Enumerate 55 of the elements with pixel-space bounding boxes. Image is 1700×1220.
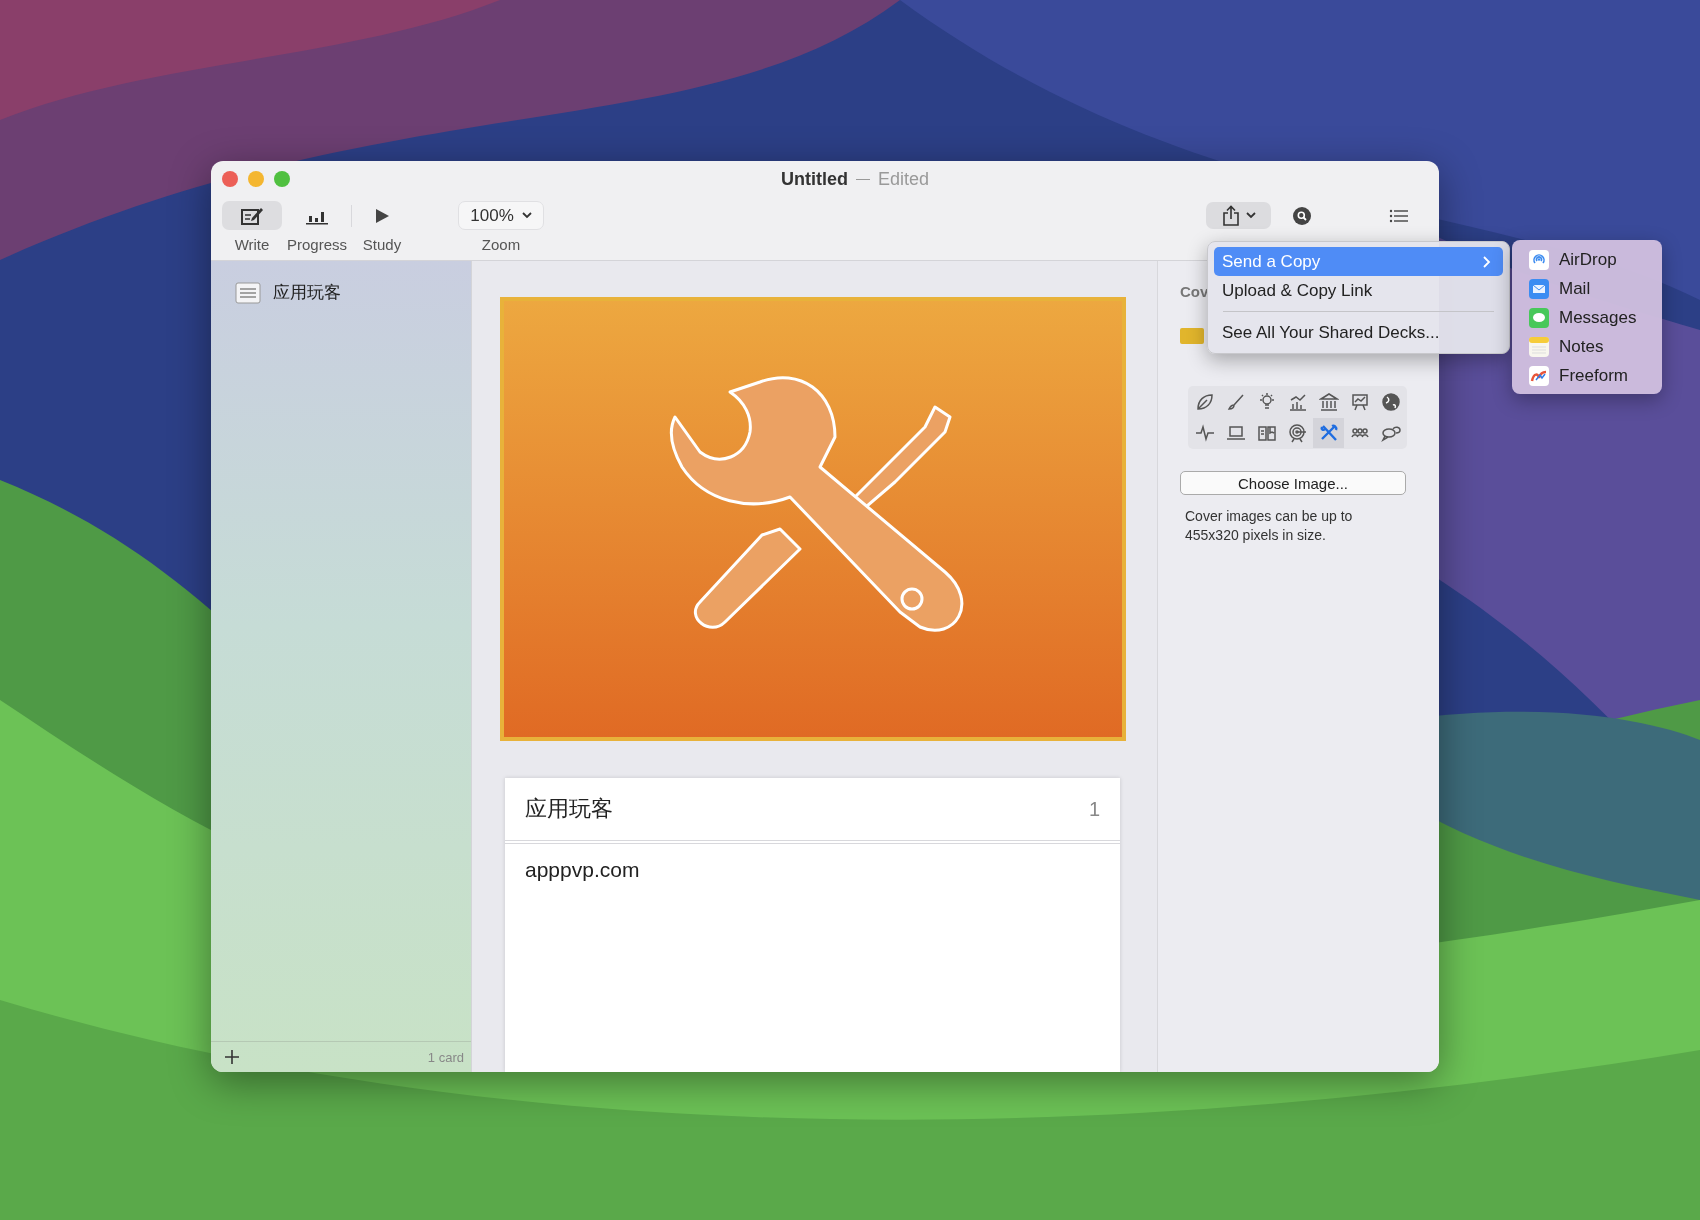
choose-image-button[interactable]: Choose Image...	[1180, 471, 1406, 495]
deck-name[interactable]: 应用玩客	[273, 281, 341, 304]
mail-app-icon	[1529, 279, 1549, 299]
zoom-popup[interactable]: 100%	[458, 201, 545, 230]
tools-icon-button[interactable]	[1313, 418, 1344, 448]
cover-size-note: Cover images can be up to 455x320 pixels in size.	[1185, 507, 1354, 545]
airdrop-app-icon	[1529, 250, 1549, 270]
pulse-icon	[1194, 423, 1215, 443]
target-icon	[1287, 423, 1308, 443]
menu-item[interactable]: See All Your Shared Decks...	[1214, 318, 1503, 347]
write-mode-label: Write	[233, 236, 271, 253]
window-status: Edited	[877, 169, 929, 190]
search-icon[interactable]	[1293, 206, 1311, 225]
share-target[interactable]: Notes	[1559, 337, 1604, 357]
book-icon	[1256, 423, 1277, 443]
close-button[interactable]	[222, 171, 238, 187]
globe-icon	[1380, 392, 1401, 412]
write-mode-button[interactable]	[222, 201, 282, 230]
bank-icon	[1318, 392, 1339, 412]
zoom-label: Zoom	[480, 236, 522, 253]
notes-app-icon	[1529, 337, 1549, 357]
deck-icon	[235, 281, 261, 304]
color-swatch[interactable]	[1180, 328, 1204, 344]
board-icon	[1349, 392, 1370, 412]
chart-icon	[1287, 392, 1308, 412]
laptop-icon	[1225, 423, 1246, 443]
chevron-down-icon	[521, 212, 532, 219]
share-button[interactable]	[1206, 202, 1271, 229]
window-title: Untitled	[780, 169, 848, 190]
list-icon[interactable]	[1389, 207, 1409, 224]
share-target[interactable]: AirDrop	[1559, 250, 1617, 270]
card-front-text: 应用玩客	[525, 795, 613, 823]
freeform-app-icon	[1529, 366, 1549, 386]
card-back-text: apppvp.com	[524, 857, 641, 883]
share-icon	[1221, 204, 1240, 227]
play-icon	[374, 206, 391, 225]
compose-icon	[240, 205, 264, 226]
study-mode-label: Study	[361, 236, 403, 253]
tools-icon	[669, 376, 964, 632]
menu-item[interactable]: Upload & Copy Link	[1214, 276, 1503, 305]
card-number: 1	[1088, 797, 1100, 821]
share-target[interactable]: Mail	[1559, 279, 1591, 299]
progress-mode-label: Progress	[286, 236, 349, 253]
cover-heading: Cov	[1180, 283, 1209, 300]
leaf-icon	[1194, 392, 1215, 412]
chat-icon	[1380, 423, 1401, 443]
share-target[interactable]: Messages	[1559, 308, 1637, 328]
brush-icon	[1225, 392, 1246, 412]
share-target[interactable]: Freeform	[1559, 366, 1628, 386]
add-icon[interactable]	[225, 1050, 239, 1064]
tools-icon	[1318, 423, 1339, 443]
card-count: 1 card	[427, 1049, 464, 1065]
chevron-down-icon	[1245, 212, 1256, 219]
messages-app-icon	[1529, 308, 1549, 328]
title-separator	[855, 178, 870, 181]
